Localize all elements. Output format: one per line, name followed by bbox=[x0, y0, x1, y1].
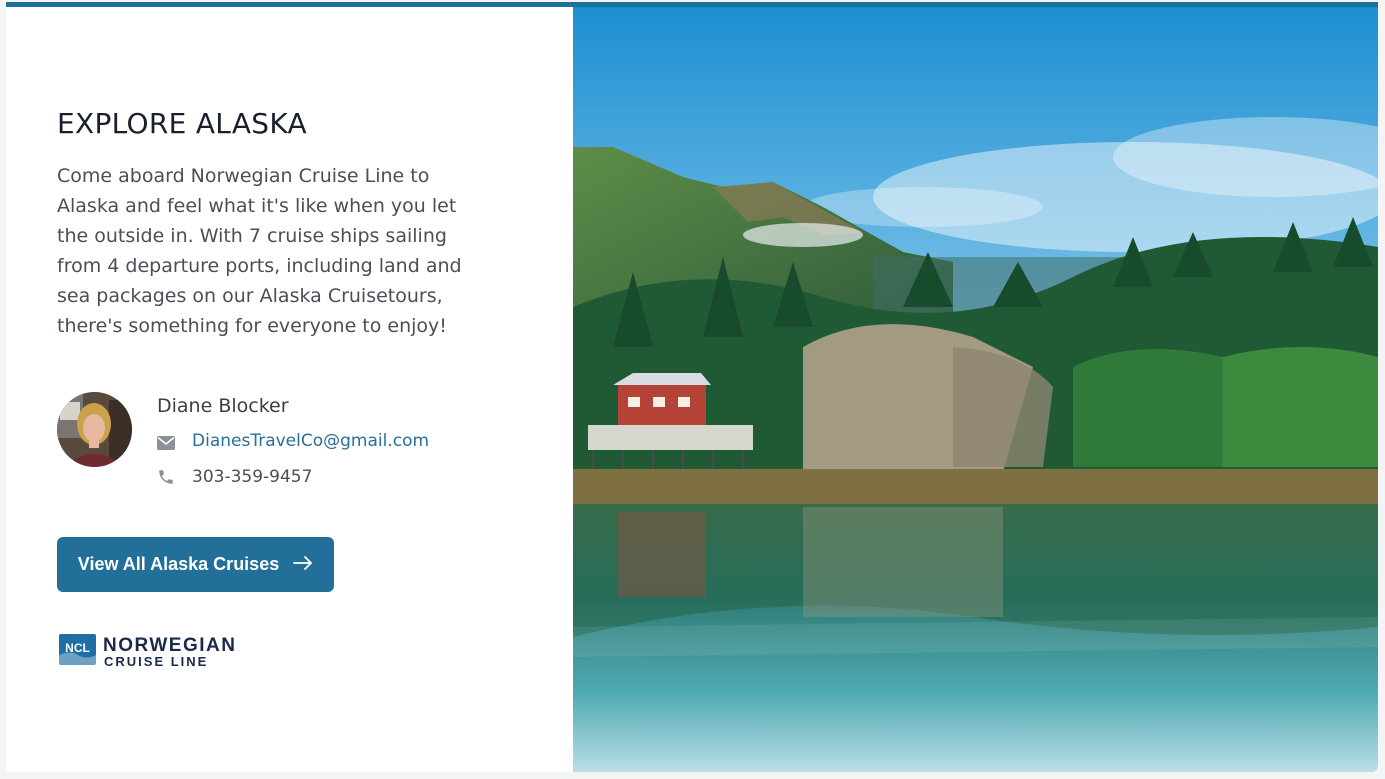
agent-avatar bbox=[57, 392, 132, 467]
promo-card: EXPLORE ALASKA Come aboard Norwegian Cru… bbox=[6, 7, 1378, 772]
agent-name: Diane Blocker bbox=[157, 395, 289, 417]
ncl-logo: NCL NORWEGIAN CRUISE LINE bbox=[59, 634, 236, 669]
agent-email-link[interactable]: DianesTravelCo@gmail.com bbox=[192, 431, 429, 451]
agent-phone: 303-359-9457 bbox=[192, 467, 313, 487]
alaska-landscape-photo bbox=[573, 7, 1378, 772]
logo-line-2: CRUISE LINE bbox=[104, 654, 208, 669]
view-all-alaska-cruises-button[interactable]: View All Alaska Cruises bbox=[57, 537, 334, 592]
promo-description: Come aboard Norwegian Cruise Line to Ala… bbox=[57, 165, 462, 337]
phone-icon bbox=[157, 468, 175, 490]
cta-label: View All Alaska Cruises bbox=[77, 554, 280, 574]
logo-badge-text: NCL bbox=[65, 641, 90, 655]
promo-content: EXPLORE ALASKA Come aboard Norwegian Cru… bbox=[6, 7, 573, 772]
promo-title: EXPLORE ALASKA bbox=[57, 107, 307, 140]
arrow-right-icon bbox=[293, 554, 313, 575]
envelope-icon bbox=[157, 435, 175, 454]
logo-line-1: NORWEGIAN bbox=[103, 635, 236, 656]
